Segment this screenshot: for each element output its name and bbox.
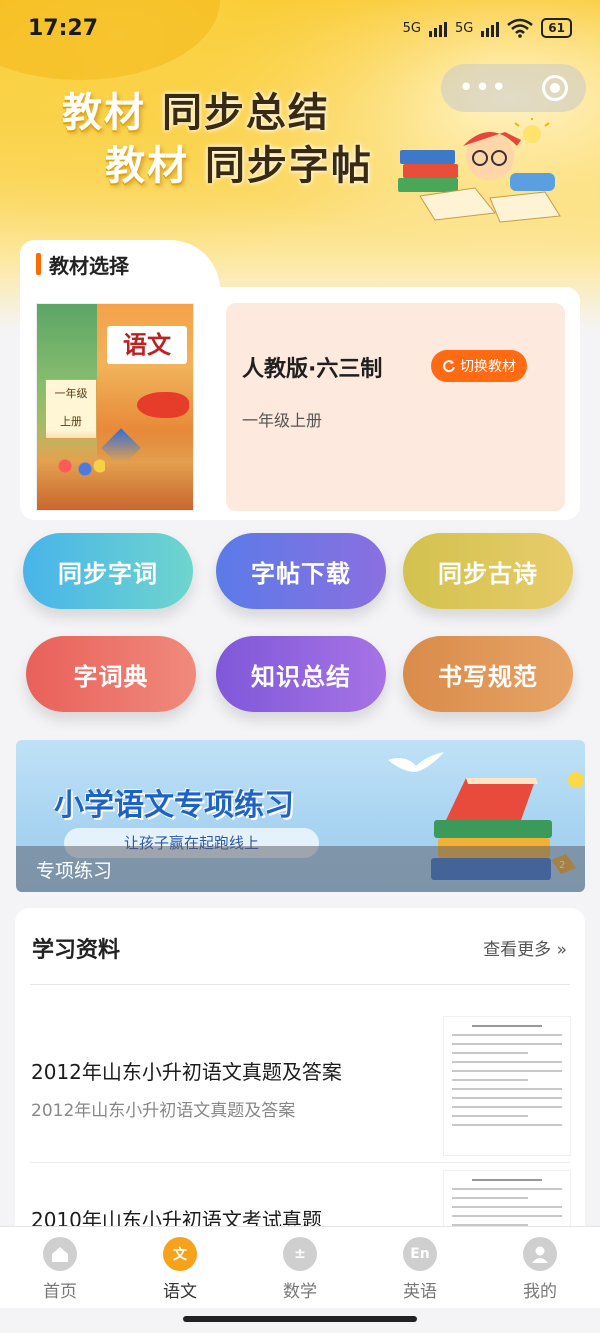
- network-label: 5G: [454, 20, 474, 36]
- network-label: 5G: [402, 20, 421, 36]
- status-time: 17:27: [28, 15, 99, 41]
- banner-title: 小学语文专项练习: [54, 788, 294, 823]
- status-bar: 17:27 5G 5G 61: [0, 0, 600, 56]
- nav-item-math[interactable]: ± 数学: [240, 1227, 360, 1308]
- divider: [30, 984, 570, 985]
- banner-caption: 专项练习: [36, 860, 113, 882]
- hero-slogan-2: 教材 同步字帖: [105, 133, 373, 191]
- profile-icon: [523, 1237, 557, 1271]
- english-icon: En: [403, 1237, 437, 1271]
- signal-icon: [428, 19, 447, 37]
- knowledge-summary-button[interactable]: 知识总结: [216, 636, 386, 712]
- study-heading: 学习资料: [32, 938, 121, 963]
- banner-footer: 专项练习: [16, 846, 585, 892]
- cover-children: [55, 454, 105, 484]
- nav-label: 首页: [43, 1282, 77, 1302]
- battery-icon: 61: [541, 18, 572, 38]
- switch-textbook-button[interactable]: 切换教材: [431, 350, 527, 382]
- more-options-icon[interactable]: •••: [458, 73, 507, 103]
- slogan-text: 教材: [105, 143, 189, 189]
- nav-item-home[interactable]: 首页: [0, 1227, 120, 1308]
- nav-item-english[interactable]: En 英语: [360, 1227, 480, 1308]
- hero-slogan-1: 教材 同步总结: [62, 80, 330, 138]
- sync-words-button[interactable]: 同步字词: [23, 533, 193, 609]
- math-icon: ±: [283, 1237, 317, 1271]
- home-indicator[interactable]: [183, 1316, 417, 1322]
- status-icons: 5G 5G 61: [403, 18, 572, 38]
- chinese-icon: 文: [163, 1237, 197, 1271]
- material-thumbnail[interactable]: [443, 1016, 571, 1156]
- dictionary-button[interactable]: 字词典: [26, 636, 196, 712]
- refresh-icon: [443, 360, 455, 373]
- edition-label: 人教版·六三制: [242, 357, 383, 382]
- row-divider: [30, 1162, 570, 1163]
- material-item-title[interactable]: 2012年山东小升初语文真题及答案: [31, 1056, 342, 1085]
- nav-label: 语文: [163, 1282, 197, 1302]
- section-accent-bar: [36, 253, 41, 275]
- grade-label: 一年级上册: [242, 411, 323, 430]
- material-item-subtitle: 2012年山东小升初语文真题及答案: [31, 1101, 296, 1121]
- slogan-text: 同步字帖: [204, 143, 373, 189]
- nav-label: 数学: [283, 1282, 317, 1302]
- nav-label: 英语: [403, 1282, 437, 1302]
- section-title: 教材选择: [49, 253, 129, 278]
- slogan-text: 同步总结: [161, 90, 330, 136]
- study-materials-card: 学习资料 查看更多 » 2012年山东小升初语文真题及答案 2012年山东小升初…: [15, 908, 585, 1268]
- home-icon: [43, 1237, 77, 1271]
- view-more-link[interactable]: 查看更多 »: [483, 935, 567, 960]
- textbook-section-tab: 教材选择: [20, 240, 220, 300]
- miniprogram-capsule[interactable]: •••: [441, 64, 586, 112]
- cover-grade: 一年级: [54, 387, 88, 400]
- cover-title: 语文: [107, 326, 187, 364]
- copybook-download-button[interactable]: 字帖下载: [216, 533, 386, 609]
- kid-reading-illustration: [398, 118, 561, 223]
- cover-fish-kite: [137, 392, 189, 418]
- bottom-navigation: 首页 文 语文 ± 数学 En 英语 我的: [0, 1226, 600, 1308]
- nav-item-chinese[interactable]: 文 语文: [120, 1227, 240, 1308]
- nav-item-profile[interactable]: 我的: [480, 1227, 600, 1308]
- signal-icon: [481, 19, 500, 37]
- textbook-info-panel: 人教版·六三制 切换教材 一年级上册: [226, 303, 565, 511]
- slogan-text: 教材: [62, 90, 146, 136]
- writing-standard-button[interactable]: 书写规范: [403, 636, 573, 712]
- close-miniprogram-icon[interactable]: [542, 75, 569, 101]
- sync-poems-button[interactable]: 同步古诗: [403, 533, 573, 609]
- textbook-cover[interactable]: 语文 一年级 上册: [36, 303, 194, 511]
- switch-textbook-label: 切换教材: [460, 359, 516, 375]
- nav-label: 我的: [523, 1282, 557, 1302]
- wifi-icon: [507, 18, 534, 38]
- practice-banner[interactable]: 小学语文专项练习 让孩子赢在起跑线上 2 专项练习: [16, 740, 585, 892]
